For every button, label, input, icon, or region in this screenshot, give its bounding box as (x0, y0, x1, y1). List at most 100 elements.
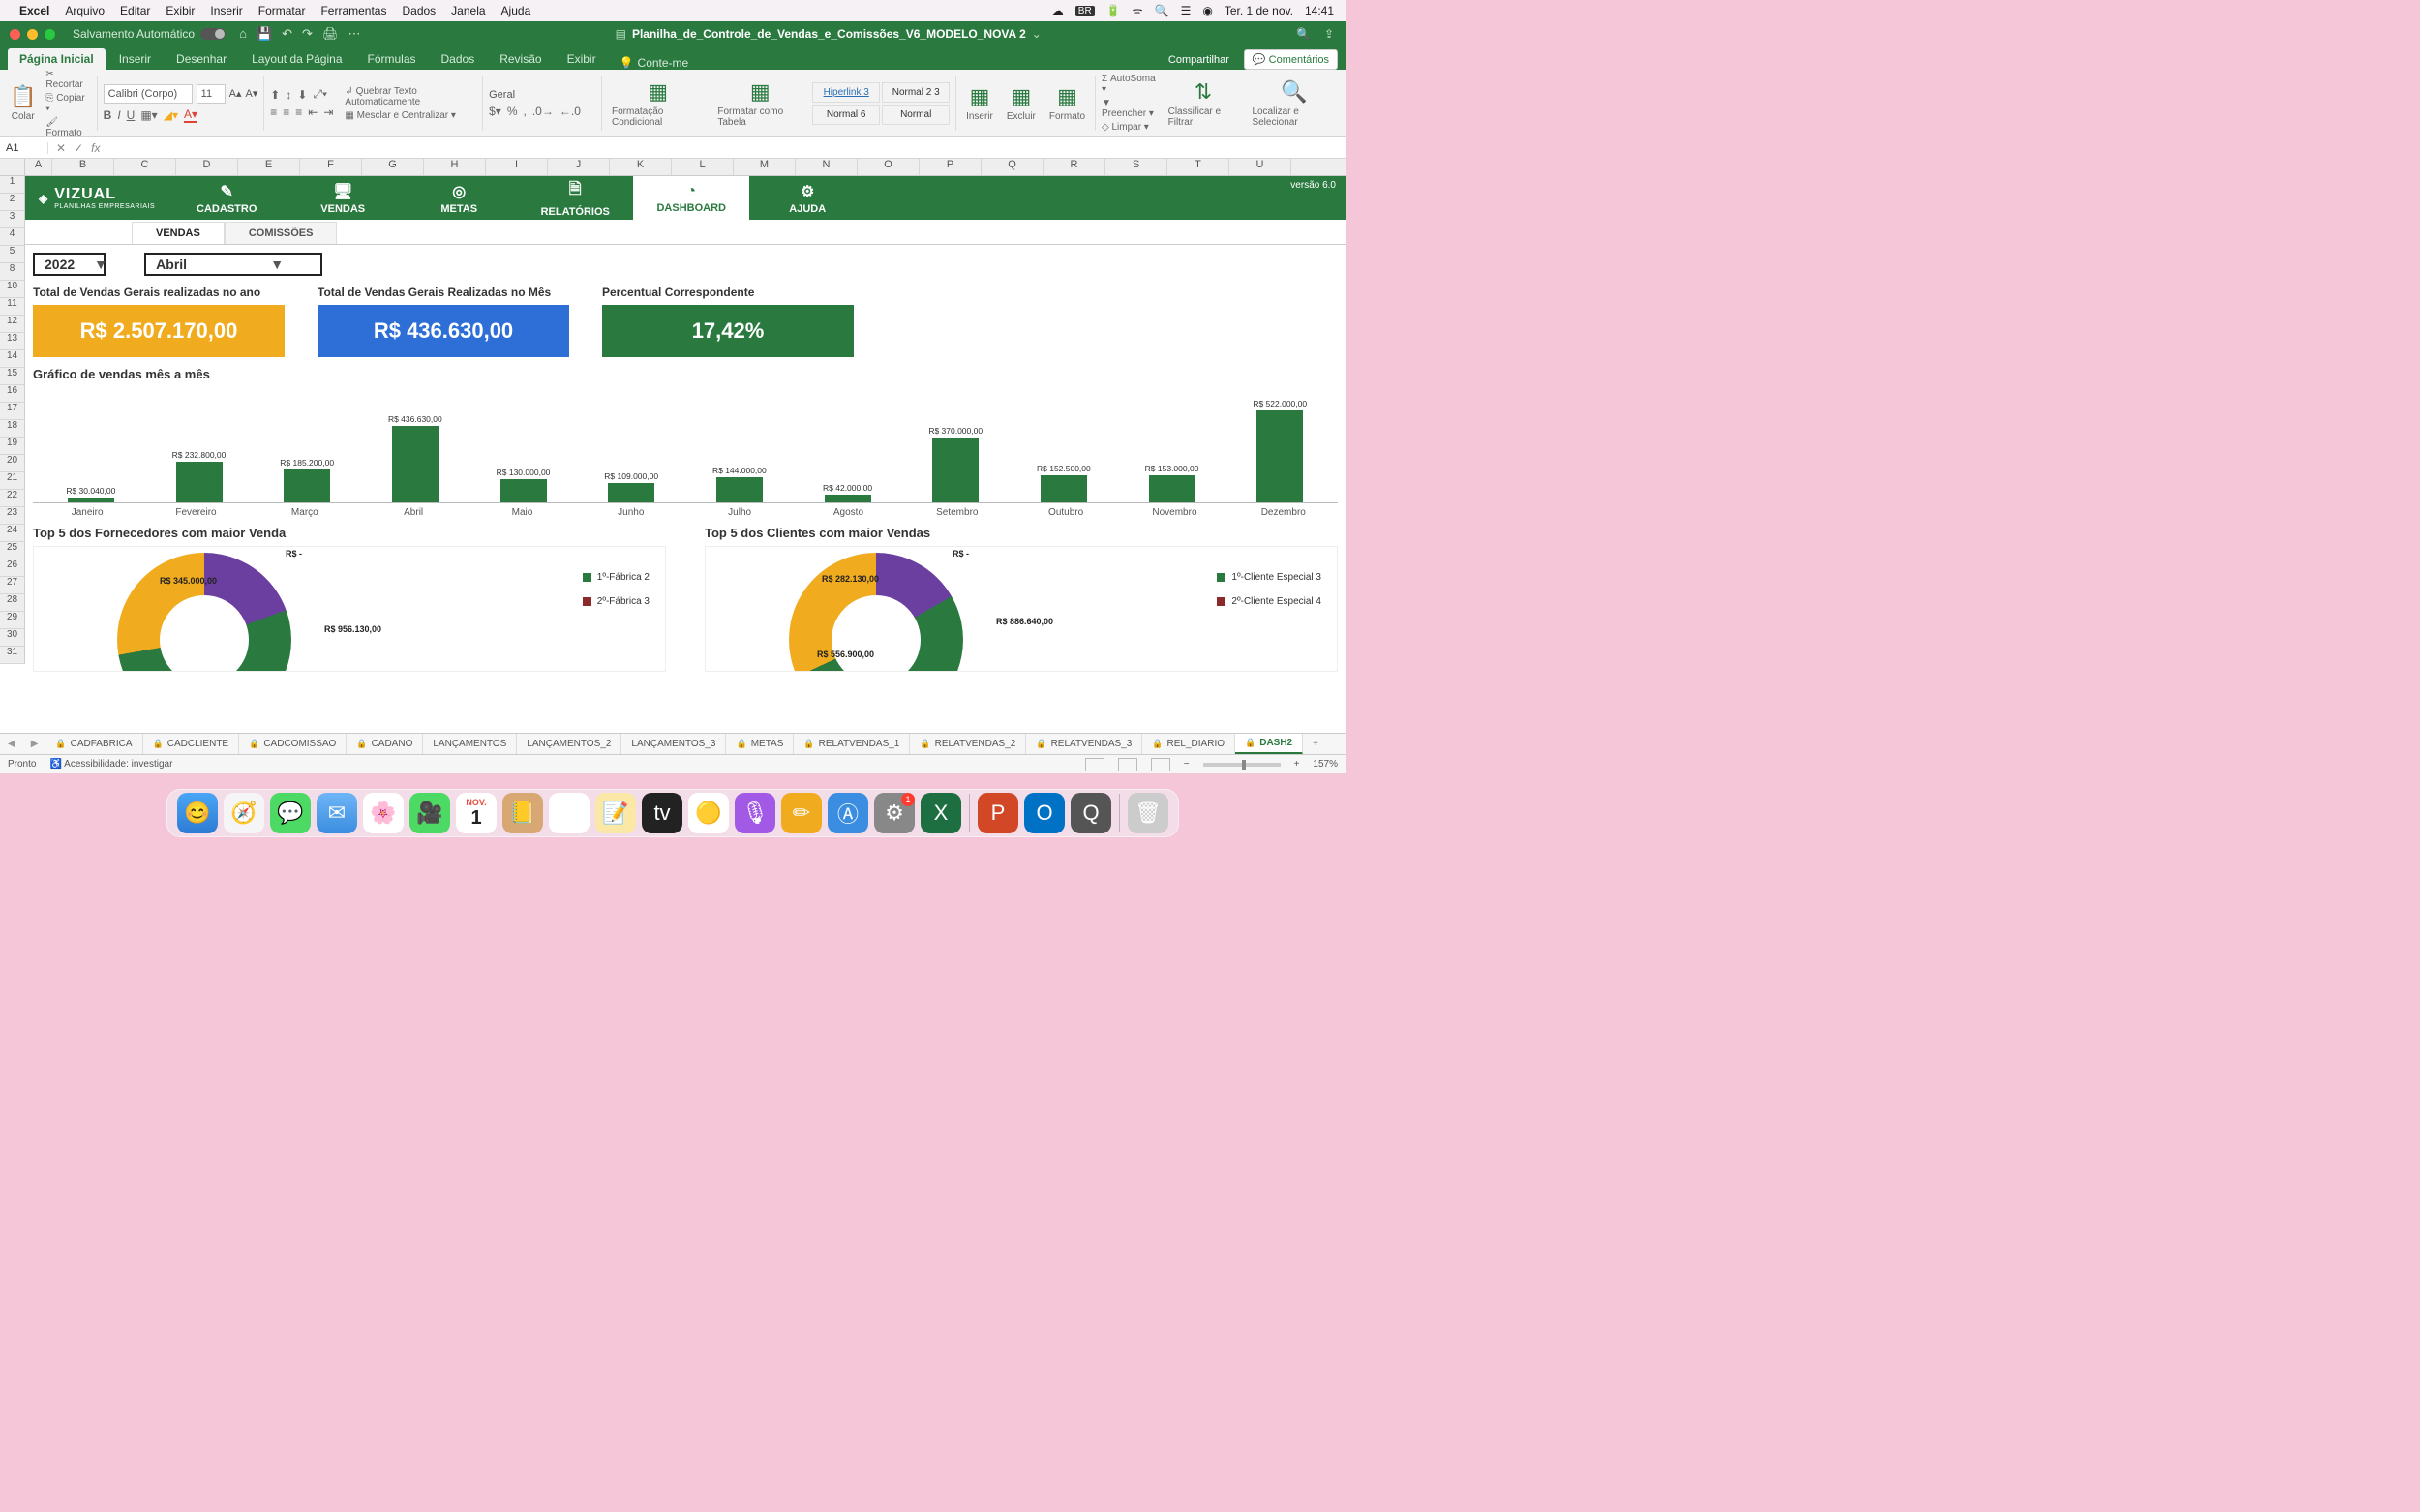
menubar-battery-icon[interactable]: 🔋 (1106, 4, 1121, 17)
dock-calendar[interactable]: NOV.1 (456, 793, 497, 833)
align-middle-icon[interactable]: ↕ (286, 88, 291, 102)
col-d[interactable]: D (176, 159, 238, 175)
col-j[interactable]: J (548, 159, 610, 175)
sheettab-relatvendas_2[interactable]: 🔒RELATVENDAS_2 (910, 734, 1026, 754)
dock-settings[interactable]: ⚙ (874, 793, 915, 833)
align-left-icon[interactable]: ≡ (270, 106, 277, 119)
qat-redo-icon[interactable]: ↷ (302, 26, 313, 42)
menubar-time[interactable]: 14:41 (1305, 4, 1334, 17)
col-a[interactable]: A (25, 159, 52, 175)
sheettab-lançamentos[interactable]: LANÇAMENTOS (423, 734, 517, 754)
dock-excel[interactable]: X (921, 793, 961, 833)
menubar-date[interactable]: Ter. 1 de nov. (1225, 4, 1293, 17)
nav-dashboard[interactable]: ◔DASHBOARD (633, 176, 749, 220)
row-5[interactable]: 5 (0, 246, 25, 263)
tab-inserir[interactable]: Inserir (107, 48, 163, 70)
row-28[interactable]: 28 (0, 594, 25, 612)
title-dropdown-icon[interactable]: ⌄ (1032, 27, 1042, 41)
filter-year[interactable]: 2022▼ (33, 253, 106, 276)
font-color-button[interactable]: A▾ (184, 107, 197, 123)
menubar-lang[interactable]: BR (1075, 6, 1095, 16)
delete-cells-button[interactable]: ▦Excluir (1003, 84, 1040, 122)
autosum-button[interactable]: Σ AutoSoma ▾ (1102, 74, 1159, 95)
view-pagebreak-button[interactable] (1151, 758, 1170, 771)
sheettab-cadcliente[interactable]: 🔒CADCLIENTE (143, 734, 240, 754)
col-b[interactable]: B (52, 159, 114, 175)
qat-more-icon[interactable]: ⋯ (348, 26, 360, 42)
orientation-icon[interactable]: ⤢▾ (313, 87, 327, 102)
col-o[interactable]: O (858, 159, 920, 175)
sheettab-rel_diario[interactable]: 🔒REL_DIARIO (1142, 734, 1235, 754)
clear-button[interactable]: ◇ Limpar ▾ (1102, 122, 1159, 133)
menubar-cloud-icon[interactable]: ☁ (1052, 4, 1064, 17)
dock-notes[interactable]: 📝 (595, 793, 636, 833)
comments-button[interactable]: 💬 Comentários (1244, 49, 1338, 70)
fx-icon[interactable]: fx (91, 141, 100, 155)
sheettab-cadfabrica[interactable]: 🔒CADFABRICA (45, 734, 142, 754)
row-20[interactable]: 20 (0, 455, 25, 472)
dock-chrome[interactable]: 🟡 (688, 793, 729, 833)
row-21[interactable]: 21 (0, 472, 25, 490)
tab-pagina-inicial[interactable]: Página Inicial (8, 48, 106, 70)
col-h[interactable]: H (424, 159, 486, 175)
font-size-select[interactable]: 11 (197, 84, 226, 104)
row-2[interactable]: 2 (0, 194, 25, 211)
menu-exibir[interactable]: Exibir (166, 4, 195, 17)
row-15[interactable]: 15 (0, 368, 25, 385)
nav-vendas[interactable]: 🖥VENDAS (285, 176, 401, 220)
paste-group[interactable]: 📋Colar (6, 84, 40, 122)
align-top-icon[interactable]: ⬆ (270, 88, 280, 102)
dock-podcasts[interactable]: 🎙 (735, 793, 775, 833)
maximize-window-button[interactable] (45, 29, 55, 40)
align-center-icon[interactable]: ≡ (283, 106, 289, 119)
zoom-level[interactable]: 157% (1313, 759, 1338, 770)
col-r[interactable]: R (1044, 159, 1105, 175)
align-bottom-icon[interactable]: ⬇ (297, 88, 307, 102)
dock-finder[interactable]: 😊 (177, 793, 218, 833)
nav-metas[interactable]: ◎METAS (401, 176, 517, 220)
row-17[interactable]: 17 (0, 403, 25, 420)
row-12[interactable]: 12 (0, 316, 25, 333)
share-button[interactable]: Compartilhar (1160, 50, 1238, 70)
col-s[interactable]: S (1105, 159, 1167, 175)
copy-button[interactable]: ⎘ Copiar ▾ (45, 93, 90, 114)
indent-inc-icon[interactable]: ⇥ (323, 106, 333, 119)
sheettab-lançamentos_2[interactable]: LANÇAMENTOS_2 (517, 734, 621, 754)
menu-janela[interactable]: Janela (451, 4, 485, 17)
sheet-nav-prev[interactable]: ◀ (0, 739, 23, 749)
dock-safari[interactable]: 🧭 (224, 793, 264, 833)
tab-layout[interactable]: Layout da Página (240, 48, 353, 70)
dock-sketch[interactable]: ✏ (781, 793, 822, 833)
nav-ajuda[interactable]: ⚙AJUDA (749, 176, 865, 220)
worksheet-canvas[interactable]: ◈ VIZUAL PLANILHAS EMPRESARIAIS ✎CADASTR… (25, 176, 1346, 733)
menu-app[interactable]: Excel (19, 4, 49, 17)
row-10[interactable]: 10 (0, 281, 25, 298)
menu-ajuda[interactable]: Ajuda (501, 4, 531, 17)
sheettab-relatvendas_3[interactable]: 🔒RELATVENDAS_3 (1026, 734, 1142, 754)
dock-mail[interactable]: ✉ (317, 793, 357, 833)
sheettab-cadcomissao[interactable]: 🔒CADCOMISSAO (239, 734, 347, 754)
row-22[interactable]: 22 (0, 490, 25, 507)
wrap-text-button[interactable]: ↲ Quebrar Texto Automaticamente (345, 86, 476, 107)
style-hiperlink3[interactable]: Hiperlink 3 (812, 82, 880, 103)
format-table-button[interactable]: ▦Formatar como Tabela (713, 79, 806, 128)
col-u[interactable]: U (1229, 159, 1291, 175)
dock-appstore[interactable]: Ⓐ (828, 793, 868, 833)
dock-messages[interactable]: 💬 (270, 793, 311, 833)
menu-ferramentas[interactable]: Ferramentas (320, 4, 386, 17)
dock-quicktime[interactable]: Q (1071, 793, 1111, 833)
subtab-comissoes[interactable]: COMISSÕES (225, 222, 338, 244)
col-f[interactable]: F (300, 159, 362, 175)
menubar-control-icon[interactable]: ☰ (1181, 4, 1192, 17)
row-25[interactable]: 25 (0, 542, 25, 559)
dec-decimal-icon[interactable]: ←.0 (560, 105, 581, 118)
cancel-formula-icon[interactable]: ✕ (56, 141, 66, 155)
row-29[interactable]: 29 (0, 612, 25, 629)
italic-button[interactable]: I (117, 108, 120, 122)
insert-cells-button[interactable]: ▦Inserir (962, 84, 997, 122)
row-13[interactable]: 13 (0, 333, 25, 350)
increase-font-icon[interactable]: A▴ (229, 87, 242, 100)
status-accessibility[interactable]: ♿ Acessibilidade: investigar (49, 759, 172, 770)
sheettab-metas[interactable]: 🔒METAS (726, 734, 794, 754)
decrease-font-icon[interactable]: A▾ (246, 87, 258, 100)
